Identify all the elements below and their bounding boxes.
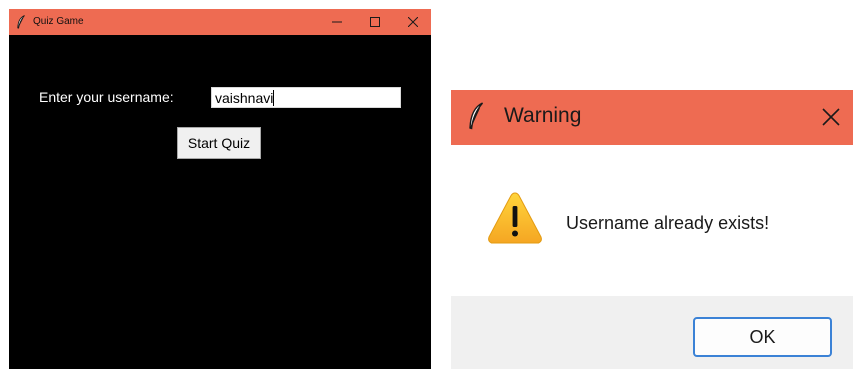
maximize-icon — [370, 17, 380, 27]
minimize-button[interactable] — [317, 9, 357, 35]
username-label: Enter your username: — [39, 89, 174, 105]
username-input-value: vaishnavi — [215, 89, 274, 106]
feather-icon — [17, 15, 25, 29]
ok-button[interactable]: OK — [693, 317, 832, 357]
close-icon — [408, 17, 418, 27]
warning-titlebar[interactable]: Warning — [451, 90, 853, 145]
warning-icon — [488, 192, 542, 244]
warning-message: Username already exists! — [566, 213, 770, 233]
maximize-button[interactable] — [355, 9, 395, 35]
window-title: Quiz Game — [33, 16, 84, 27]
start-quiz-button[interactable]: Start Quiz — [177, 127, 261, 159]
desktop: Quiz Game Enter your username: vaishnavi… — [0, 0, 853, 369]
close-button[interactable] — [393, 9, 433, 35]
dialog-footer: OK — [451, 296, 853, 369]
quiz-game-window: Quiz Game Enter your username: vaishnavi… — [9, 9, 431, 369]
dialog-title: Warning — [504, 104, 582, 127]
feather-icon — [469, 102, 484, 130]
dialog-body: Username already exists! — [451, 145, 853, 296]
quiz-game-titlebar[interactable]: Quiz Game — [9, 9, 431, 35]
minimize-icon — [332, 21, 342, 23]
text-caret — [273, 89, 275, 106]
close-icon[interactable] — [817, 103, 845, 131]
warning-dialog: Warning Username already exists! OK — [451, 90, 853, 369]
username-input[interactable]: vaishnavi — [211, 87, 401, 108]
